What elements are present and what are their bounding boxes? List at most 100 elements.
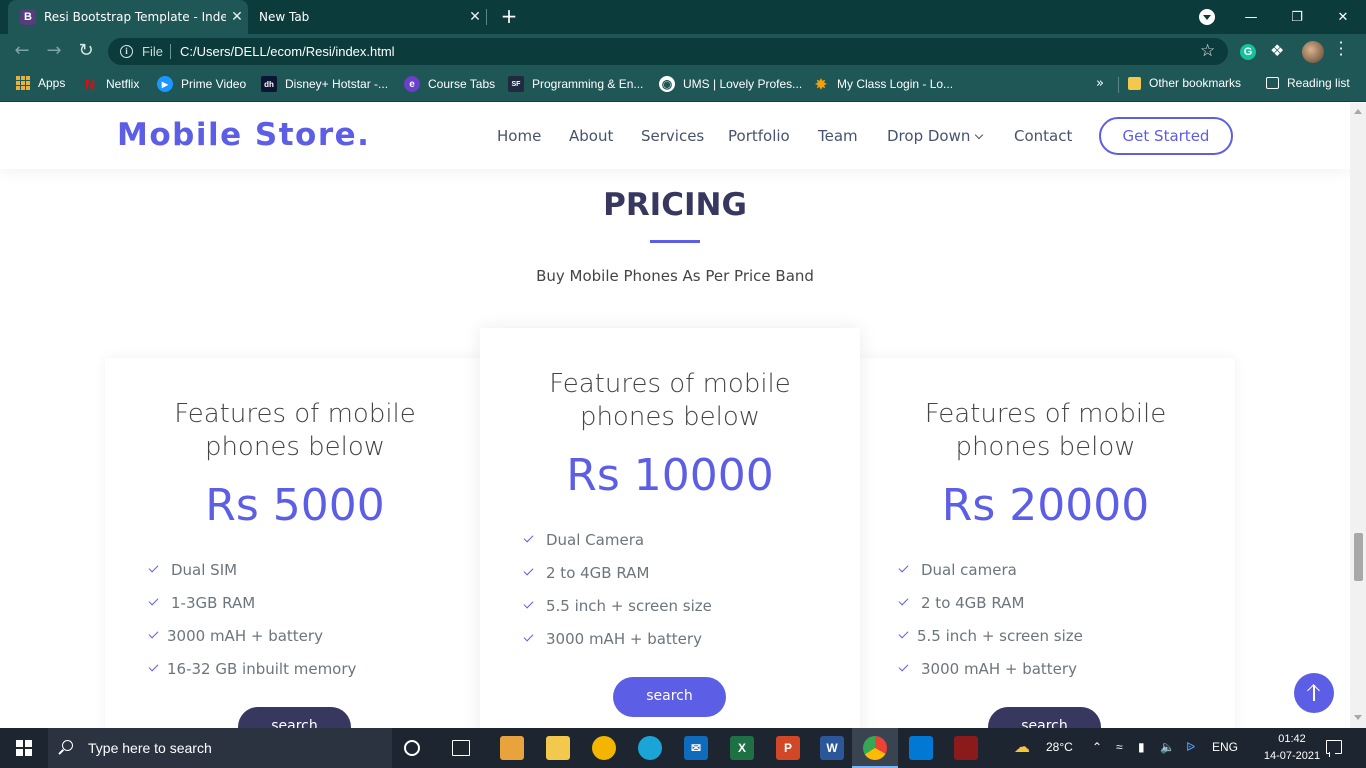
nav-portfolio[interactable]: Portfolio — [728, 127, 790, 145]
feature-item: Dual Camera — [546, 531, 645, 549]
volume-icon[interactable]: 🔈 — [1160, 740, 1175, 754]
close-tab-icon[interactable]: ✕ — [464, 9, 486, 25]
pricing-subtitle: Buy Mobile Phones As Per Price Band — [536, 267, 814, 285]
bookmark-ums[interactable]: ◉ UMS | Lovely Profes... — [659, 76, 802, 92]
bookmark-label: Disney+ Hotstar -... — [285, 77, 389, 91]
powerpoint-icon[interactable]: P — [776, 736, 800, 760]
bookmark-label: Other bookmarks — [1149, 76, 1242, 90]
mail-icon[interactable]: ✉ — [684, 736, 708, 760]
bookmark-course-tabs[interactable]: e Course Tabs — [404, 76, 495, 92]
back-to-top-arrow-icon[interactable] — [1294, 673, 1334, 713]
minimize-button[interactable]: — — [1228, 0, 1274, 34]
search-button[interactable]: search — [238, 707, 351, 728]
forward-arrow-icon[interactable]: → — [42, 39, 66, 63]
scroll-up-icon[interactable] — [1354, 109, 1362, 114]
taskbar-search-box[interactable]: Type here to search — [48, 728, 392, 768]
scroll-thumb[interactable] — [1354, 533, 1363, 581]
restore-button[interactable]: ❐ — [1274, 0, 1320, 34]
pricing-title: PRICING — [603, 187, 747, 223]
netflix-icon: N — [84, 76, 96, 92]
vscode-icon[interactable] — [909, 736, 933, 760]
close-window-button[interactable]: ✕ — [1320, 0, 1366, 34]
bluetooth-icon[interactable]: ᐉ — [1186, 740, 1195, 754]
nav-about[interactable]: About — [569, 127, 613, 145]
edge-icon[interactable] — [638, 736, 662, 760]
site-logo[interactable]: Mobile Store. — [117, 117, 370, 153]
bookmark-class-login[interactable]: ✸ My Class Login - Lo... — [813, 76, 953, 92]
bookmark-apps[interactable]: Apps — [16, 76, 65, 90]
weather-icon[interactable]: ☁ — [1014, 737, 1030, 757]
taskbar-clock[interactable]: 01:42 14-07-2021 — [1262, 731, 1322, 765]
nav-team[interactable]: Team — [818, 127, 858, 145]
card-heading-line: Features of mobile — [174, 399, 416, 429]
excel-icon[interactable]: X — [730, 736, 754, 760]
grammarly-extension-icon[interactable]: G — [1240, 44, 1256, 60]
page-scrollbar[interactable] — [1350, 103, 1366, 728]
bookmark-label: Apps — [38, 76, 66, 90]
tab-new-tab[interactable]: New Tab ✕ — [248, 0, 486, 34]
close-tab-icon[interactable]: ✕ — [226, 9, 248, 25]
card-heading: Features of mobile phones below — [105, 398, 485, 464]
address-bar[interactable]: i File C:/Users/DELL/ecom/Resi/index.htm… — [108, 38, 1228, 65]
bookmark-hotstar[interactable]: dh Disney+ Hotstar -... — [261, 76, 388, 92]
bookmark-other-bookmarks[interactable]: Other bookmarks — [1128, 76, 1241, 90]
feature-item: 2 to 4GB RAM — [921, 594, 1025, 612]
microsoft-store-icon[interactable] — [500, 736, 524, 760]
reading-list-button[interactable]: Reading list — [1266, 76, 1350, 90]
site-header: Mobile Store. Home About Services Portfo… — [0, 103, 1350, 169]
winrar-icon[interactable] — [954, 736, 978, 760]
more-bookmarks-chevron-icon[interactable]: » — [1096, 76, 1104, 91]
windows-start-icon[interactable] — [16, 740, 32, 756]
bookmarks-bar: Apps N Netflix ▶ Prime Video dh Disney+ … — [0, 68, 1366, 102]
bookmark-programming[interactable]: SF Programming & En... — [508, 76, 643, 92]
apps-grid-icon — [16, 76, 30, 90]
language-indicator[interactable]: ENG — [1212, 740, 1238, 754]
scroll-down-icon[interactable] — [1354, 715, 1362, 720]
extensions-puzzle-icon[interactable]: ❖ — [1270, 41, 1284, 60]
nav-services[interactable]: Services — [641, 127, 704, 145]
profile-avatar[interactable] — [1302, 41, 1324, 63]
card-price: Rs 10000 — [566, 450, 774, 501]
site-info-icon[interactable]: i — [120, 45, 133, 58]
card-price: Rs 5000 — [205, 480, 385, 531]
weather-temp[interactable]: 28°C — [1046, 740, 1073, 754]
battery-icon[interactable]: ▮ — [1138, 740, 1145, 754]
get-started-button[interactable]: Get Started — [1099, 117, 1233, 155]
wifi-icon[interactable]: ≈ — [1116, 740, 1123, 754]
reload-icon[interactable]: ↻ — [74, 39, 98, 63]
task-view-icon[interactable] — [452, 740, 470, 756]
class-login-icon: ✸ — [815, 75, 827, 92]
bookmark-star-icon[interactable]: ☆ — [1200, 41, 1215, 61]
tab-search-icon[interactable] — [1199, 9, 1215, 25]
bookmark-prime-video[interactable]: ▶ Prime Video — [157, 76, 246, 92]
cortana-icon[interactable] — [404, 740, 420, 756]
url-text[interactable]: C:/Users/DELL/ecom/Resi/index.html — [180, 44, 395, 59]
hotstar-icon: dh — [261, 76, 277, 92]
bookmark-netflix[interactable]: N Netflix — [82, 76, 139, 92]
nav-contact[interactable]: Contact — [1014, 127, 1072, 145]
nav-home[interactable]: Home — [497, 127, 541, 145]
card-heading: Features of mobile phones below — [856, 398, 1235, 464]
notification-icon[interactable] — [1326, 740, 1342, 757]
chrome-icon[interactable] — [863, 736, 887, 760]
card-heading-line: phones below — [579, 402, 761, 432]
feature-item: 2 to 4GB RAM — [546, 564, 650, 582]
nav-drop-down[interactable]: Drop Down — [887, 127, 984, 145]
check-icon — [523, 598, 534, 609]
reading-list-label: Reading list — [1287, 76, 1350, 90]
back-arrow-icon[interactable]: ← — [10, 39, 34, 63]
search-button[interactable]: search — [988, 707, 1101, 728]
file-explorer-icon[interactable] — [546, 736, 570, 760]
word-icon[interactable]: W — [820, 736, 844, 760]
scheme-label: File — [142, 44, 163, 59]
feature-item: 16-32 GB inbuilt memory — [167, 660, 357, 678]
check-icon — [523, 565, 534, 576]
card-price: Rs 20000 — [941, 480, 1150, 531]
new-tab-button[interactable]: + — [497, 5, 521, 29]
menu-kebab-icon[interactable]: · · · — [1336, 35, 1346, 63]
norton-icon[interactable] — [592, 736, 616, 760]
search-button[interactable]: search — [613, 677, 726, 717]
tray-chevron-up-icon[interactable]: ⌃ — [1092, 740, 1102, 754]
browser-toolbar: ← → ↻ i File C:/Users/DELL/ecom/Resi/ind… — [0, 34, 1366, 68]
tab-resi-index[interactable]: B Resi Bootstrap Template - Index ✕ — [8, 0, 248, 34]
